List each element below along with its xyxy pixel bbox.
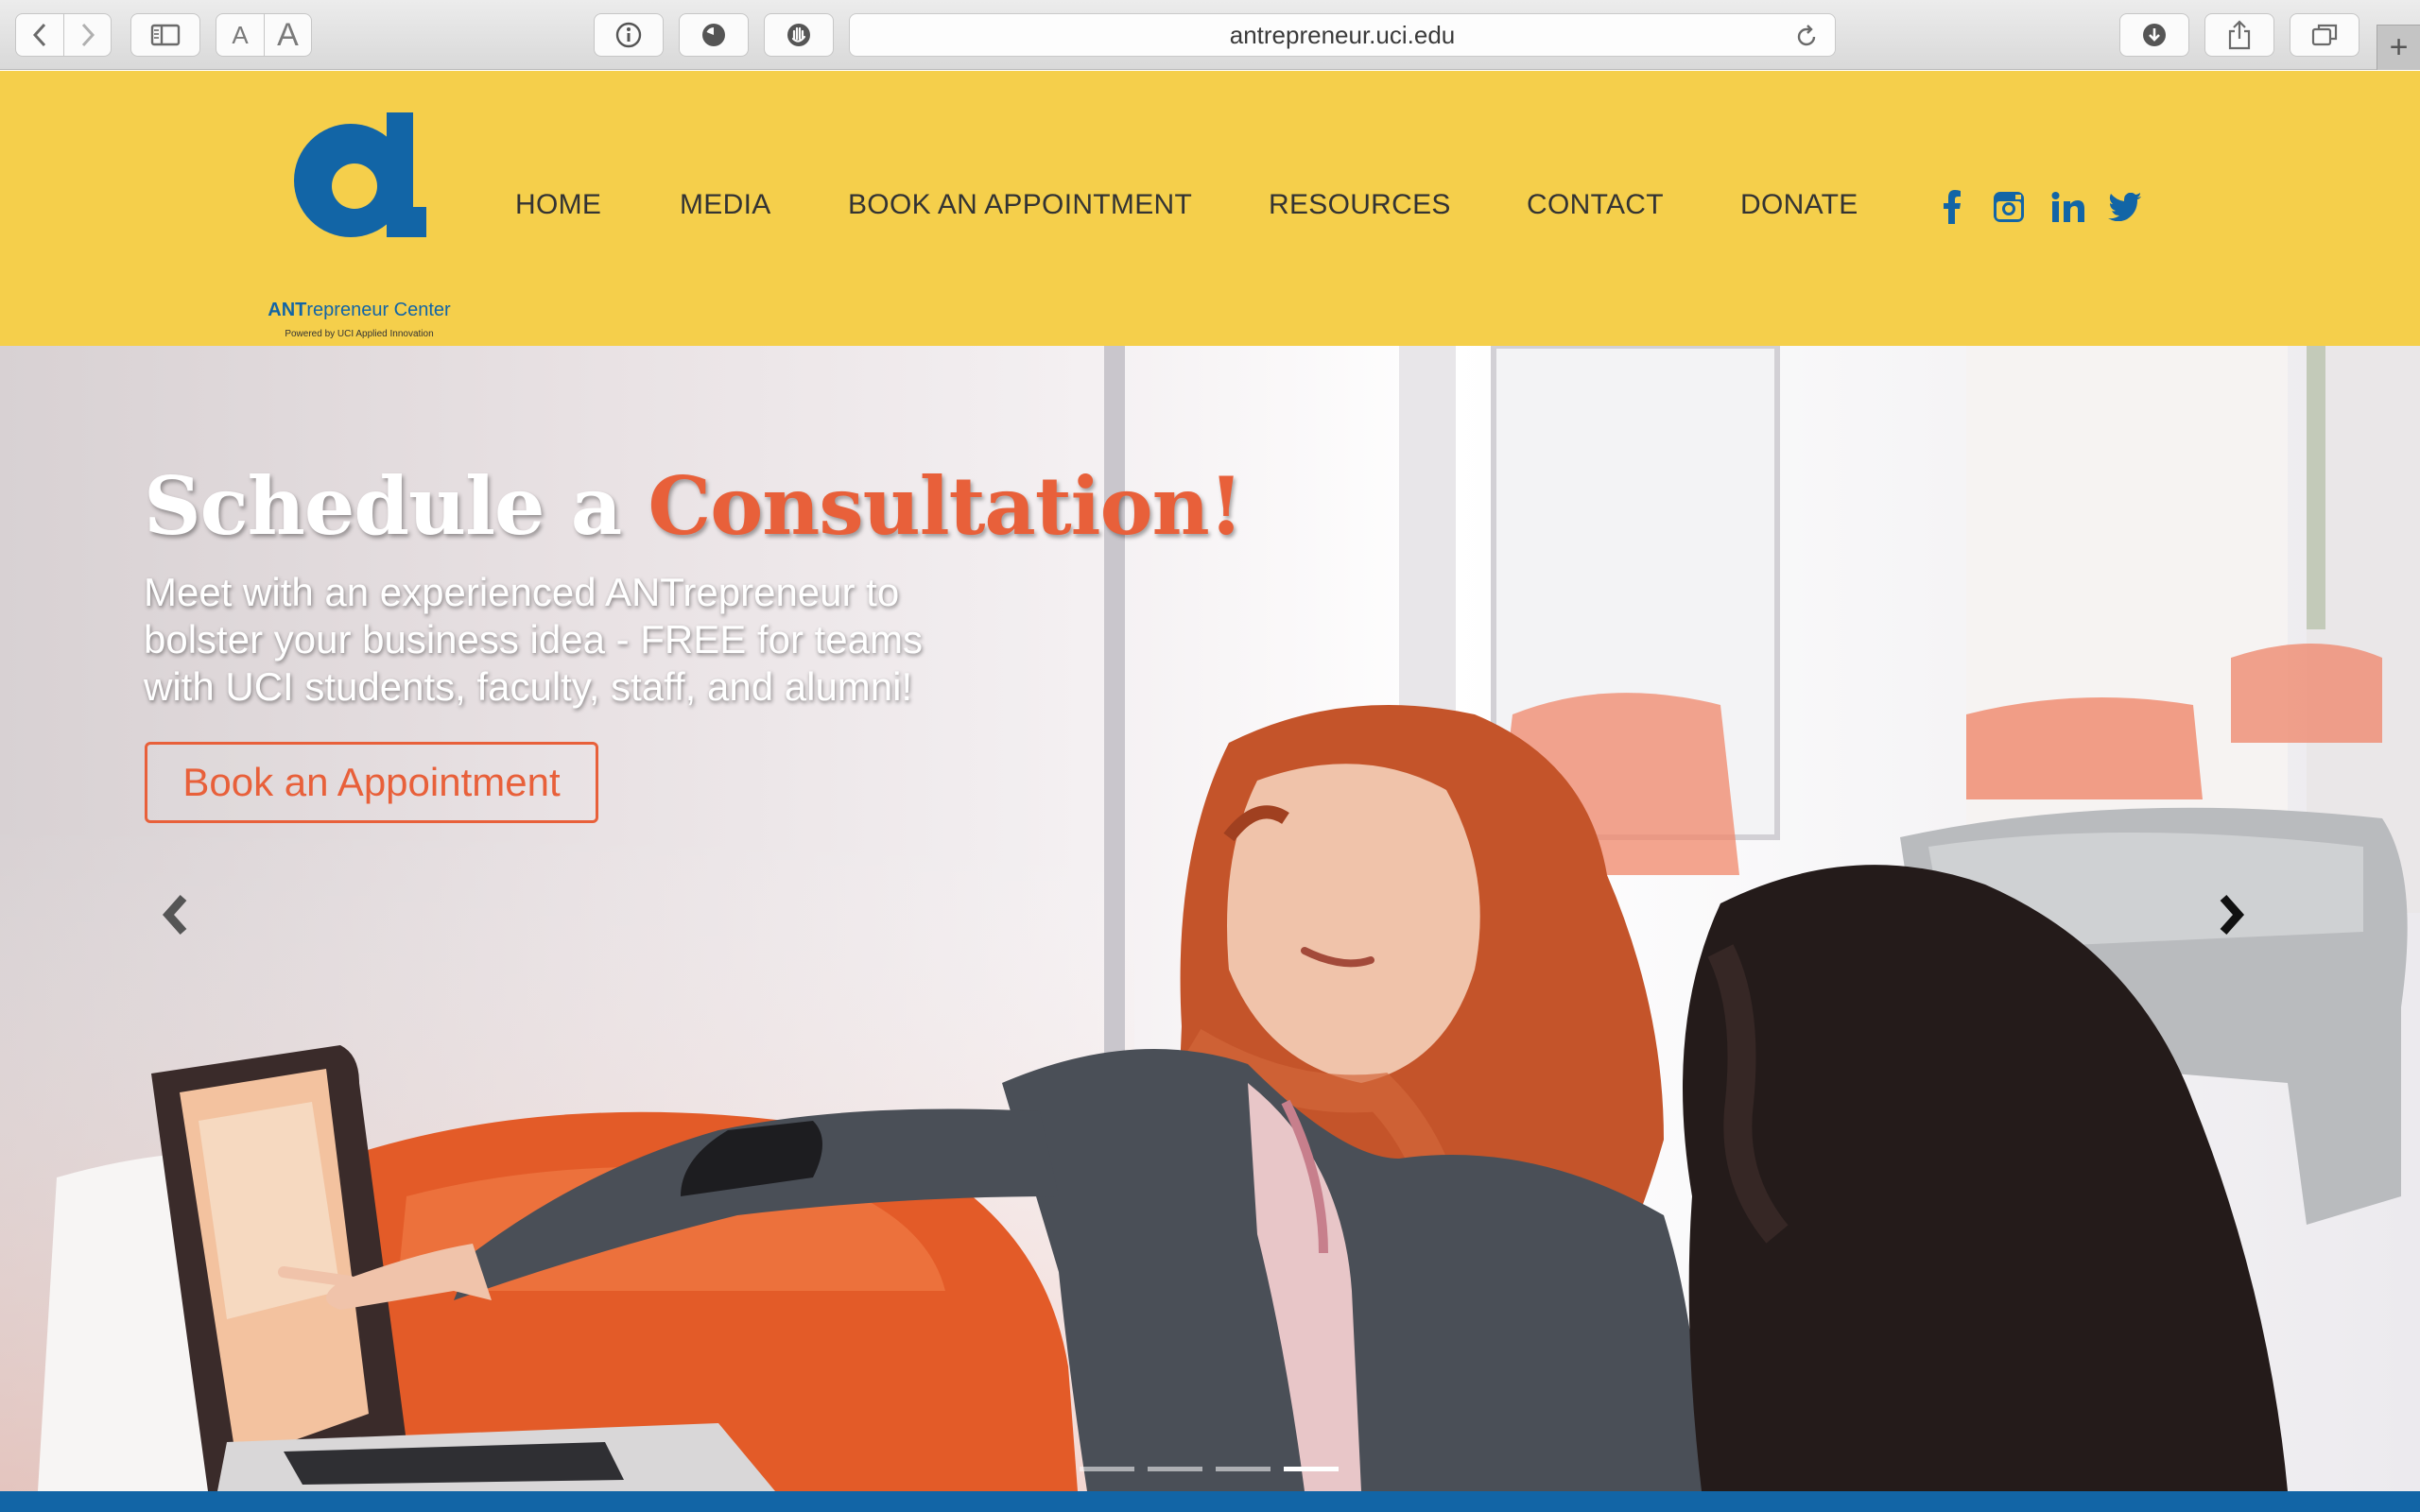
carousel-dot-1[interactable]: [1080, 1467, 1134, 1471]
downloads-button[interactable]: [2119, 13, 2189, 57]
linkedin-link[interactable]: [2049, 188, 2087, 226]
hero-title-start: Schedule a: [144, 459, 648, 553]
new-tab-button[interactable]: +: [2377, 25, 2420, 70]
facebook-link[interactable]: [1932, 188, 1970, 226]
nav-media[interactable]: MEDIA: [680, 189, 771, 221]
content-blocker-button[interactable]: [764, 13, 834, 57]
hero-title-accent: Consultation!: [648, 459, 1243, 553]
show-tabs-button[interactable]: [2290, 13, 2360, 57]
share-button[interactable]: [2204, 13, 2274, 57]
text-size-group: A A: [216, 13, 312, 57]
browser-toolbar: A A antrepreneur.uci.edu +: [0, 0, 2420, 70]
twitter-link[interactable]: [2106, 188, 2144, 226]
address-bar-url: antrepreneur.uci.edu: [1229, 20, 1456, 49]
history-icon: [702, 24, 725, 46]
instagram-icon: [1994, 192, 2024, 222]
chevron-left-icon: [162, 895, 187, 935]
back-button[interactable]: [16, 14, 63, 56]
carousel-dot-3[interactable]: [1216, 1467, 1270, 1471]
hero-title: Schedule a Consultation!: [144, 459, 1244, 553]
chevron-right-icon: [2220, 895, 2245, 935]
linkedin-icon: [2051, 192, 2084, 222]
forward-button[interactable]: [63, 14, 111, 56]
main-nav: HOME MEDIA BOOK AN APPOINTMENT RESOURCES…: [0, 71, 2420, 346]
forward-icon: [81, 23, 95, 47]
info-icon: [615, 22, 642, 48]
share-icon: [2228, 20, 2251, 50]
info-button[interactable]: [594, 13, 664, 57]
sidebar-button[interactable]: [130, 13, 200, 57]
text-smaller-button[interactable]: A: [216, 14, 264, 56]
nav-resources[interactable]: RESOURCES: [1269, 189, 1451, 221]
history-button[interactable]: [679, 13, 749, 57]
stop-hand-icon: [787, 24, 810, 46]
carousel-prev-button[interactable]: [157, 888, 195, 941]
tabs-icon: [2311, 24, 2338, 46]
carousel-dot-4[interactable]: [1284, 1467, 1339, 1471]
address-bar[interactable]: antrepreneur.uci.edu: [849, 13, 1836, 57]
reload-icon[interactable]: [1793, 24, 1820, 50]
carousel-dot-2[interactable]: [1148, 1467, 1202, 1471]
new-tab-icon: +: [2389, 29, 2409, 65]
footer-strip: [0, 1491, 2420, 1512]
carousel-next-button[interactable]: [2212, 888, 2250, 941]
text-larger-button[interactable]: A: [264, 14, 311, 56]
sidebar-icon: [150, 24, 181, 46]
nav-book-appointment[interactable]: BOOK AN APPOINTMENT: [848, 189, 1192, 221]
hero-carousel: Schedule a Consultation! Meet with an ex…: [0, 346, 2420, 1491]
site-header: ANTrepreneur Center Powered by UCI Appli…: [0, 71, 2420, 346]
nav-donate[interactable]: DONATE: [1740, 189, 1858, 221]
download-icon: [2143, 24, 2166, 46]
hero-subtitle: Meet with an experienced ANTrepreneur to…: [144, 570, 924, 709]
nav-home[interactable]: HOME: [515, 189, 601, 221]
facebook-icon: [1944, 190, 1961, 224]
twitter-icon: [2108, 193, 2141, 221]
carousel-indicators: [1080, 1467, 1339, 1471]
back-icon: [32, 23, 46, 47]
book-appointment-button[interactable]: Book an Appointment: [145, 742, 598, 823]
instagram-link[interactable]: [1990, 188, 2028, 226]
history-nav-group: [15, 13, 112, 57]
nav-contact[interactable]: CONTACT: [1527, 189, 1664, 221]
